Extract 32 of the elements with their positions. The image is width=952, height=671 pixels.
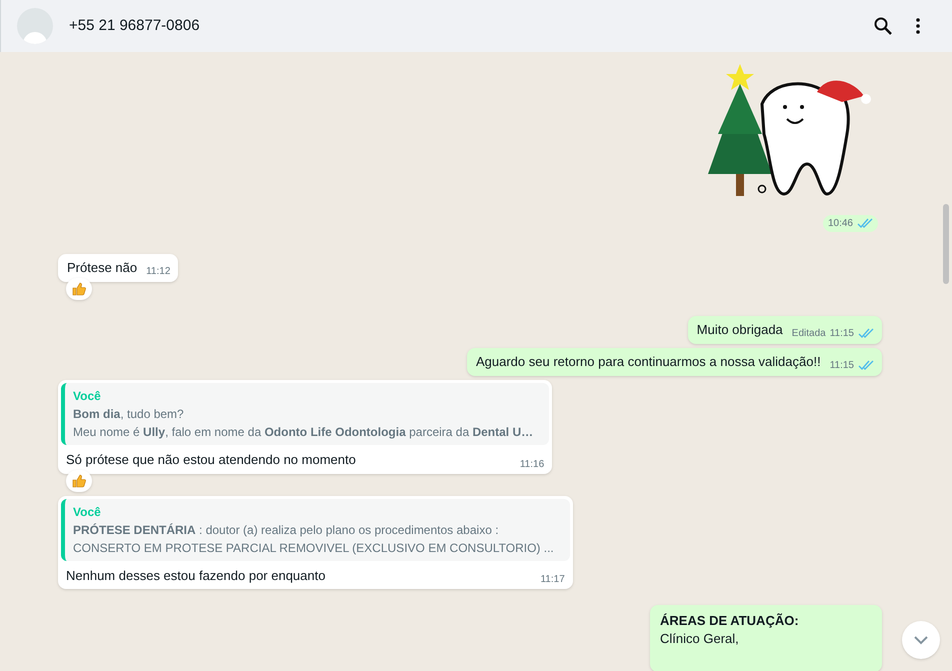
- message-text: Nenhum desses estou fazendo por enquanto: [66, 566, 326, 585]
- message-time: 11:16: [520, 458, 544, 472]
- message-time: 10:46: [828, 217, 853, 231]
- quote-text: CONSERTO EM PROTESE PARCIAL REMOVIVEL (EXCLUSIVO EM CONSULTORIO) ...: [73, 540, 554, 556]
- reaction-badge[interactable]: [66, 278, 92, 300]
- message-text: Só prótese que não estou atendendo no momento: [66, 451, 356, 469]
- quote-text: PRÓTESE DENTÁRIA : doutor (a) realiza pelo plano os procedimentos abaixo :: [73, 522, 500, 538]
- chevron-down-icon: [914, 636, 928, 644]
- menu-icon[interactable]: [916, 18, 920, 34]
- quote-text: Meu nome é Ully, falo em nome da Odonto Life Odontologia parceira da Dental U…: [73, 424, 534, 440]
- thumbs-up-icon: [72, 282, 86, 296]
- message-text: Muito obrigada: [696, 321, 784, 339]
- contact-name[interactable]: +55 21 96877-0806: [69, 14, 200, 38]
- thumbs-up-icon: [72, 474, 86, 488]
- search-icon[interactable]: [874, 17, 892, 35]
- message-text: Aguardo seu retorno para continuarmos a nossa validação!!: [474, 353, 822, 371]
- quoted-message[interactable]: Você Bom dia, tudo bem? Meu nome é Ully, falo em nome da Odonto Life Odontologia parceira da Dental U…: [61, 383, 550, 445]
- edited-label: Editada: [792, 327, 826, 341]
- quoted-message[interactable]: Você PRÓTESE DENTÁRIA : doutor (a) realiza pelo plano os procedimentos abaixo : CONSERTO EM PROTESE PARCIAL REMOVIVEL (EXCLUSIVO EM CONSULTORIO) ...: [61, 498, 570, 560]
- quote-text: Bom dia, tudo bem?: [73, 406, 185, 422]
- scroll-down-button[interactable]: [902, 621, 940, 659]
- message-text: Clínico Geral,: [660, 630, 740, 648]
- message-time: 11:12: [146, 265, 170, 279]
- message-text: ÁREAS DE ATUAÇÃO:: [660, 612, 800, 630]
- message-text: Prótese não: [66, 259, 138, 277]
- message-time: 11:15: [830, 327, 854, 341]
- quote-author: Você: [73, 388, 102, 404]
- reaction-badge[interactable]: [66, 470, 92, 492]
- message-time: 11:17: [540, 573, 565, 587]
- scrollbar-thumb[interactable]: [943, 204, 949, 284]
- quote-author: Você: [73, 504, 102, 520]
- message-time: 11:15: [830, 359, 854, 373]
